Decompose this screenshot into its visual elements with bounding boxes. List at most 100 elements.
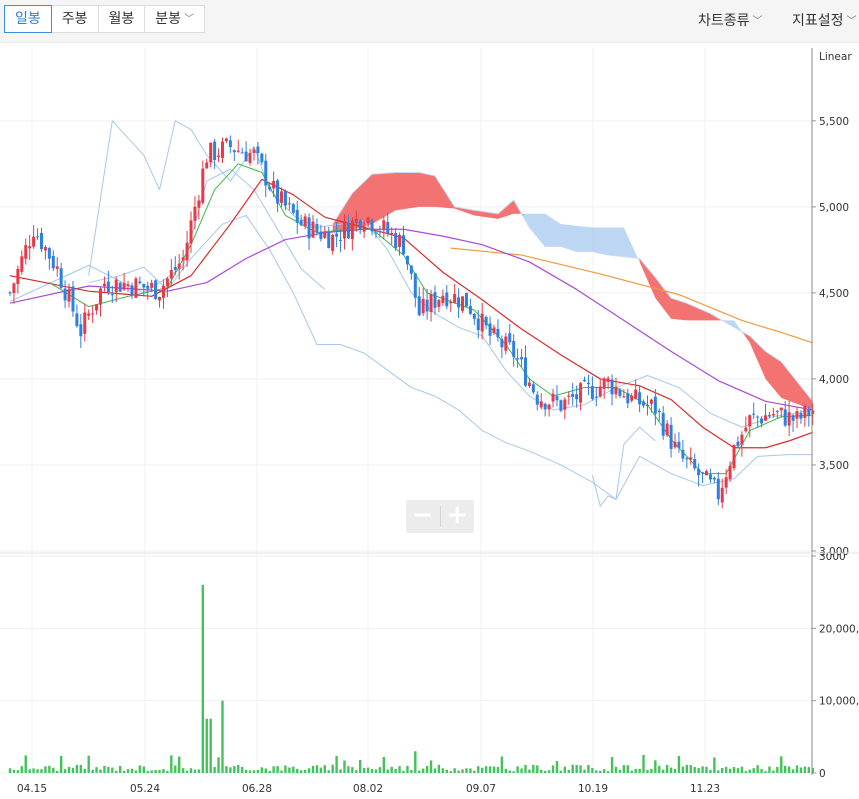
candle-body (787, 412, 791, 426)
candle-body (378, 231, 382, 233)
candle-body (354, 218, 358, 224)
candle-body (63, 288, 67, 301)
volume-bar (536, 765, 539, 773)
volume-bar (122, 770, 126, 773)
indicator-menu[interactable]: 지표설정 ﹀ (792, 10, 857, 30)
candle-body (677, 441, 681, 448)
candle-body (118, 282, 122, 292)
candle-body (283, 190, 287, 206)
volume-bar (48, 765, 51, 773)
candle-body (740, 434, 744, 445)
scale-label: Linear (819, 51, 852, 63)
candle-body (185, 242, 189, 261)
candle-body (331, 234, 335, 251)
volume-bar (201, 584, 205, 773)
volume-bar (626, 765, 629, 773)
volume-bar (370, 768, 374, 773)
volume-bar (103, 765, 106, 773)
candle-body (173, 266, 177, 270)
volume-bar (170, 755, 173, 773)
candle-body (91, 313, 95, 315)
volume-bar (217, 757, 220, 773)
candle-body (413, 273, 417, 298)
volume-bar (351, 767, 354, 773)
candle-body (744, 427, 748, 432)
candle-body (484, 316, 488, 326)
volume-bar (374, 769, 378, 773)
candle-body (520, 357, 524, 360)
volume-bar (75, 764, 79, 773)
candle-body (83, 312, 87, 334)
volume-bar (178, 756, 181, 773)
tab-daily[interactable]: 일봉 (4, 5, 52, 33)
zoom-out-button[interactable]: − (406, 500, 440, 533)
volume-bar (496, 766, 500, 773)
volume-bar (764, 771, 767, 773)
volume-bar (83, 768, 86, 773)
volume-bar (205, 718, 208, 773)
candle-body (205, 162, 209, 169)
volume-bar (421, 768, 425, 773)
grid-lines (0, 48, 812, 774)
candle-body (649, 399, 653, 404)
tab-weekly[interactable]: 주봉 (50, 5, 99, 33)
candle-body (390, 232, 394, 234)
volume-bar (669, 767, 673, 773)
zoom-in-button[interactable]: + (440, 500, 474, 533)
candle-body (47, 248, 51, 259)
volume-bar (516, 766, 519, 773)
candle-body (248, 152, 252, 163)
volume-bar (79, 765, 83, 773)
candle-body (272, 180, 276, 189)
candle-body (106, 281, 110, 292)
candle-body (571, 393, 575, 397)
volume-bar (500, 756, 504, 773)
candle-body (264, 160, 268, 186)
candle-body (724, 477, 728, 488)
candle-body (689, 457, 693, 460)
candle-body (712, 477, 716, 480)
volume-bar (783, 765, 787, 773)
volume-bar (618, 769, 622, 773)
volume-bar (233, 766, 236, 773)
volume-bar (166, 770, 169, 773)
volume-bar (551, 765, 555, 773)
indicator-label: 지표설정 (792, 13, 844, 29)
candle-body (653, 396, 657, 414)
candle-body (457, 297, 461, 308)
candle-body (169, 270, 173, 279)
volume-bar (319, 767, 323, 773)
candle-body (150, 282, 154, 288)
volume-bar (807, 767, 811, 773)
volume-bar (150, 770, 153, 773)
candle-body (523, 357, 527, 386)
volume-bar (540, 769, 543, 773)
candle-body (405, 255, 409, 265)
candle-body (453, 293, 457, 303)
candle-body (433, 292, 437, 308)
candle-body (547, 404, 551, 410)
zoom-control: − + (406, 500, 474, 533)
candle-body (614, 386, 618, 395)
chart-type-menu[interactable]: 차트종류 ﹀ (698, 10, 763, 30)
candle-body (488, 323, 492, 336)
stock-chart[interactable]: Linear 3,0003,5004,0004,5005,0005,50004.… (0, 42, 859, 799)
candle-body (370, 220, 374, 232)
volume-bar (646, 769, 649, 773)
candle-body (559, 400, 563, 411)
candle-body (224, 138, 228, 142)
tab-minute[interactable]: 분봉 ﹀ (144, 5, 206, 33)
volume-bar (343, 760, 346, 773)
candle-body (146, 285, 150, 289)
volume-bar (268, 770, 271, 773)
tab-monthly[interactable]: 월봉 (97, 5, 146, 33)
candle-body (138, 281, 142, 284)
candle-body (32, 236, 36, 247)
volume-bar (532, 764, 535, 773)
candle-body (374, 232, 378, 234)
candle-body (630, 395, 634, 401)
candle-body (602, 378, 606, 389)
volume-tick-label: 10,000,0 (819, 696, 859, 708)
volume-bar (386, 769, 389, 773)
volume-bar (252, 770, 256, 773)
